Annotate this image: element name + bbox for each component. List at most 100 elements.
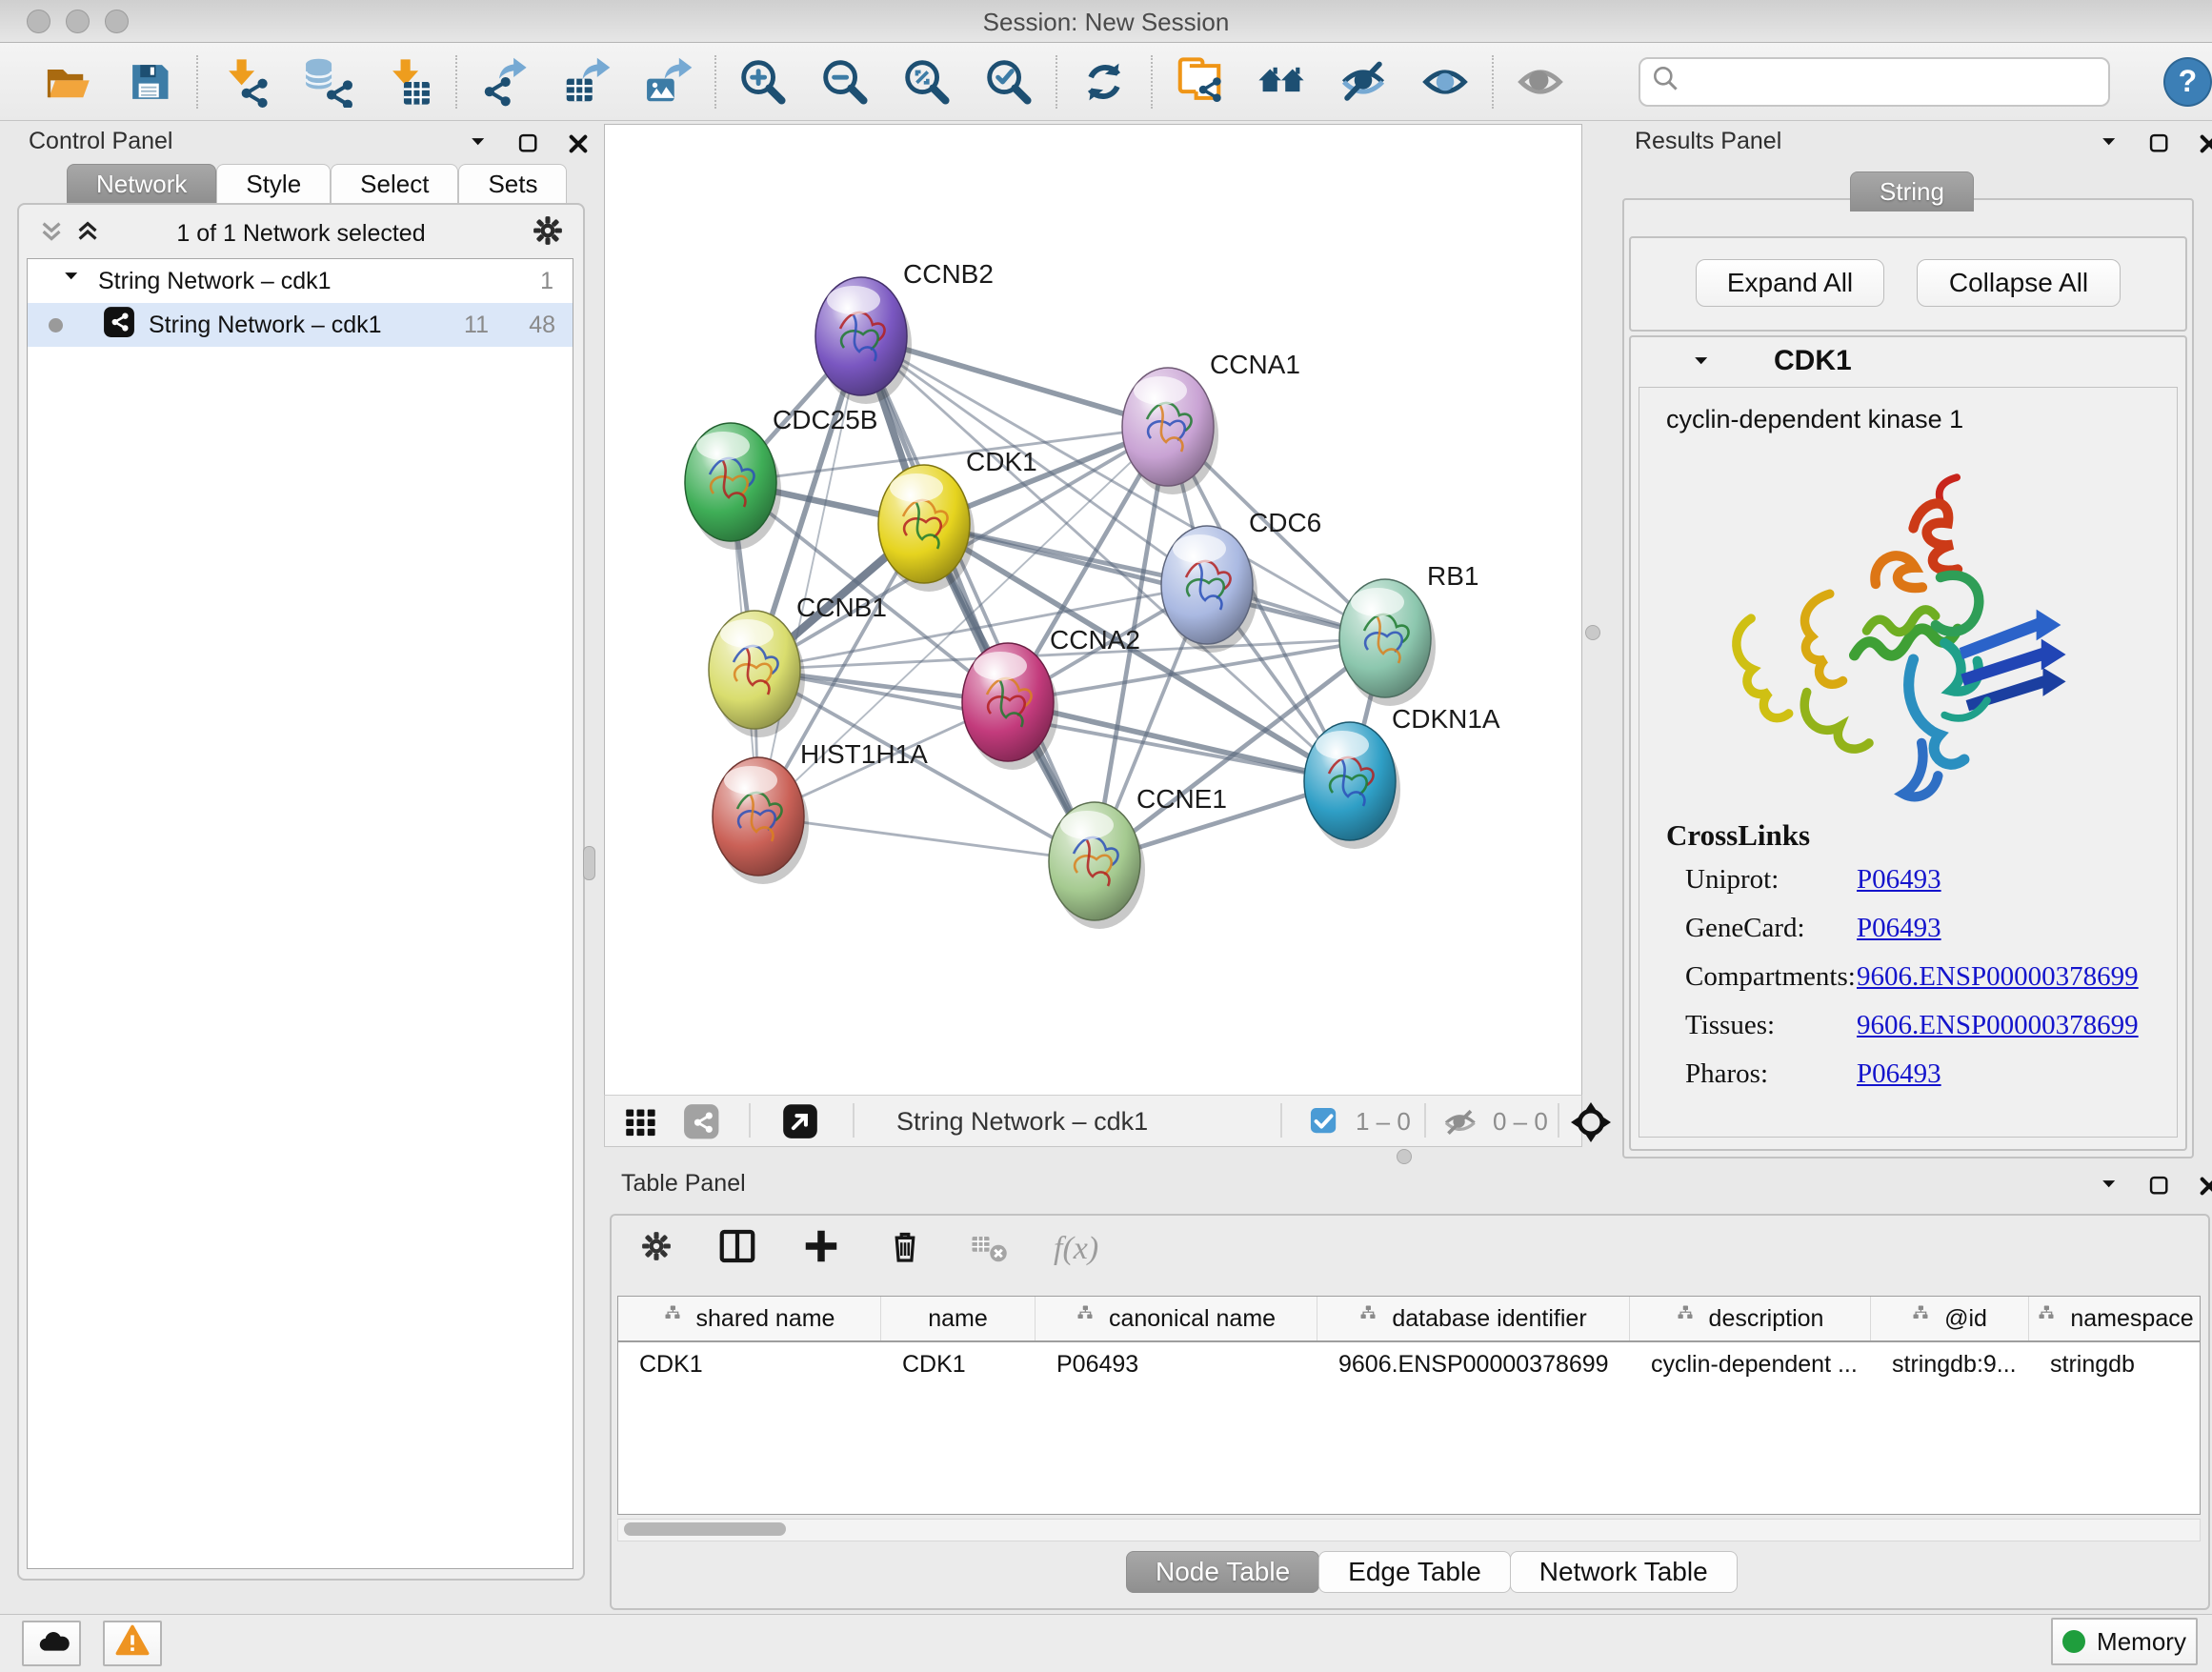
memory-button[interactable]: Memory	[2051, 1618, 2198, 1665]
results-panel-close-icon[interactable]	[2197, 131, 2212, 161]
zoom-in-icon[interactable]	[722, 53, 804, 111]
table-panel-maximize-icon[interactable]	[2147, 1174, 2172, 1203]
crosslink-label: Uniprot:	[1685, 864, 1857, 896]
zoom-selected-icon[interactable]	[968, 53, 1050, 111]
node-HIST1H1A[interactable]	[713, 757, 809, 884]
table-cell[interactable]: cyclin-dependent ...	[1630, 1342, 1871, 1386]
network-row[interactable]: String Network – cdk1 11 48	[28, 303, 573, 347]
collection-expander-icon[interactable]	[60, 266, 85, 297]
table-tabs: Node TableEdge TableNetwork Table	[1126, 1551, 1737, 1593]
search-box[interactable]	[1639, 57, 2110, 107]
column-header-database-identifier[interactable]: database identifier	[1317, 1297, 1630, 1340]
detach-view-icon[interactable]	[782, 1103, 818, 1144]
crosslink-link[interactable]: P06493	[1857, 864, 1941, 896]
control-panel-float-caret-icon[interactable]	[467, 131, 492, 161]
export-image-icon[interactable]	[627, 53, 709, 111]
crosslink-link[interactable]: P06493	[1857, 1058, 1941, 1090]
table-panel-float-caret-icon[interactable]	[2098, 1174, 2122, 1203]
zoom-fit-icon[interactable]	[886, 53, 968, 111]
column-header-shared-name[interactable]: shared name	[618, 1297, 881, 1340]
tab-select[interactable]: Select	[331, 164, 458, 204]
left-divider-handle[interactable]	[583, 846, 595, 880]
node-CCNB2[interactable]	[815, 277, 912, 404]
delete-column-icon[interactable]	[886, 1227, 924, 1270]
table-row[interactable]: CDK1CDK1P064939606.ENSP00000378699cyclin…	[618, 1342, 2200, 1386]
tab-network[interactable]: Network	[67, 164, 216, 204]
table-cell[interactable]: stringdb:9...	[1871, 1342, 2029, 1386]
save-session-icon[interactable]	[109, 53, 191, 111]
bottom-divider-handle[interactable]	[1397, 1149, 1412, 1164]
crosslink-link[interactable]: 9606.ENSP00000378699	[1857, 1010, 2139, 1041]
table-cell[interactable]: CDK1	[618, 1342, 881, 1386]
table-cell[interactable]: stringdb	[2029, 1342, 2201, 1386]
table-cell[interactable]: 9606.ENSP00000378699	[1317, 1342, 1630, 1386]
results-panel-maximize-icon[interactable]	[2147, 131, 2172, 161]
table-hscrollbar[interactable]	[617, 1519, 2201, 1541]
fit-selected-crosshair-icon[interactable]	[1571, 1102, 1611, 1147]
node-CCNA2[interactable]	[962, 643, 1058, 770]
tab-style[interactable]: Style	[216, 164, 331, 204]
split-columns-icon[interactable]	[718, 1227, 756, 1270]
open-session-icon[interactable]	[27, 53, 109, 111]
import-network-from-file-icon[interactable]	[204, 53, 286, 111]
apply-preferred-layout-icon[interactable]	[1063, 53, 1145, 111]
results-tab-string[interactable]: String	[1850, 171, 1974, 212]
collapse-all-button[interactable]: Collapse All	[1917, 259, 2121, 307]
edge-CCNA2-CDKN1A[interactable]	[1008, 702, 1350, 781]
column-header-name[interactable]: name	[881, 1297, 1036, 1340]
selected-checkbox[interactable]	[1310, 1107, 1338, 1140]
control-panel-close-icon[interactable]	[566, 131, 591, 161]
tab-node-table[interactable]: Node Table	[1126, 1551, 1319, 1593]
protein-structure-image	[1697, 454, 2078, 807]
cloud-status-button[interactable]	[22, 1621, 81, 1666]
zoom-out-icon[interactable]	[804, 53, 886, 111]
crosslink-link[interactable]: P06493	[1857, 913, 1941, 944]
right-divider-handle[interactable]	[1585, 625, 1600, 640]
cdk1-expander-icon[interactable]	[1690, 351, 1715, 380]
node-CCNA1[interactable]	[1122, 368, 1218, 494]
add-column-icon[interactable]	[802, 1227, 840, 1270]
expand-all-button[interactable]: Expand All	[1696, 259, 1884, 307]
import-table-from-file-icon[interactable]	[368, 53, 450, 111]
table-cell[interactable]: P06493	[1036, 1342, 1317, 1386]
node-CCNB1[interactable]	[709, 611, 805, 737]
node-CCNE1[interactable]	[1049, 802, 1145, 929]
tab-sets[interactable]: Sets	[458, 164, 567, 204]
houses-icon[interactable]	[1240, 53, 1322, 111]
edge-CCNB2-CCNE1[interactable]	[861, 336, 1095, 861]
tab-edge-table[interactable]: Edge Table	[1318, 1551, 1511, 1593]
node-RB1[interactable]	[1339, 579, 1436, 706]
node-CDC6[interactable]	[1161, 526, 1257, 653]
grid-view-icon[interactable]	[624, 1105, 658, 1144]
network-collection-row[interactable]: String Network – cdk1 1	[28, 259, 573, 303]
column-header-canonical-name[interactable]: canonical name	[1036, 1297, 1317, 1340]
tab-network-table[interactable]: Network Table	[1510, 1551, 1738, 1593]
crosslink-link[interactable]: 9606.ENSP00000378699	[1857, 961, 2139, 993]
table-gear-icon[interactable]	[640, 1230, 673, 1267]
node-CDK1[interactable]	[878, 465, 975, 592]
hidden-eye-slash-icon[interactable]	[1439, 1105, 1478, 1144]
search-input[interactable]	[1692, 62, 2108, 102]
import-network-from-database-icon[interactable]	[286, 53, 368, 111]
column-header-description[interactable]: description	[1630, 1297, 1871, 1340]
export-table-icon[interactable]	[545, 53, 627, 111]
control-panel-maximize-icon[interactable]	[516, 131, 541, 161]
new-network-from-selection-icon[interactable]	[1158, 53, 1240, 111]
column-header-namespace[interactable]: namespace	[2029, 1297, 2201, 1340]
warning-status-button[interactable]	[103, 1621, 162, 1666]
network-options-gear-icon[interactable]	[532, 214, 564, 252]
help-button[interactable]: ?	[2163, 57, 2212, 107]
network-canvas[interactable]: CCNB2CCNA1CDC25BCDK1CDC6RB1CCNB1CCNA2CDK…	[604, 124, 1582, 1096]
show-all-icon[interactable]	[1404, 53, 1486, 111]
edge-CDK1-RB1[interactable]	[924, 524, 1385, 638]
column-header--id[interactable]: @id	[1871, 1297, 2029, 1340]
hide-selected-icon[interactable]	[1322, 53, 1404, 111]
export-network-icon[interactable]	[463, 53, 545, 111]
birdseye-network-icon[interactable]	[683, 1103, 719, 1144]
crosslink-row: Pharos: P06493	[1685, 1058, 2162, 1090]
table-cell[interactable]: CDK1	[881, 1342, 1036, 1386]
table-panel-close-icon[interactable]	[2197, 1174, 2212, 1203]
results-panel-float-caret-icon[interactable]	[2098, 131, 2122, 161]
node-CDKN1A[interactable]	[1304, 722, 1400, 849]
table-hscrollbar-thumb[interactable]	[624, 1522, 786, 1536]
